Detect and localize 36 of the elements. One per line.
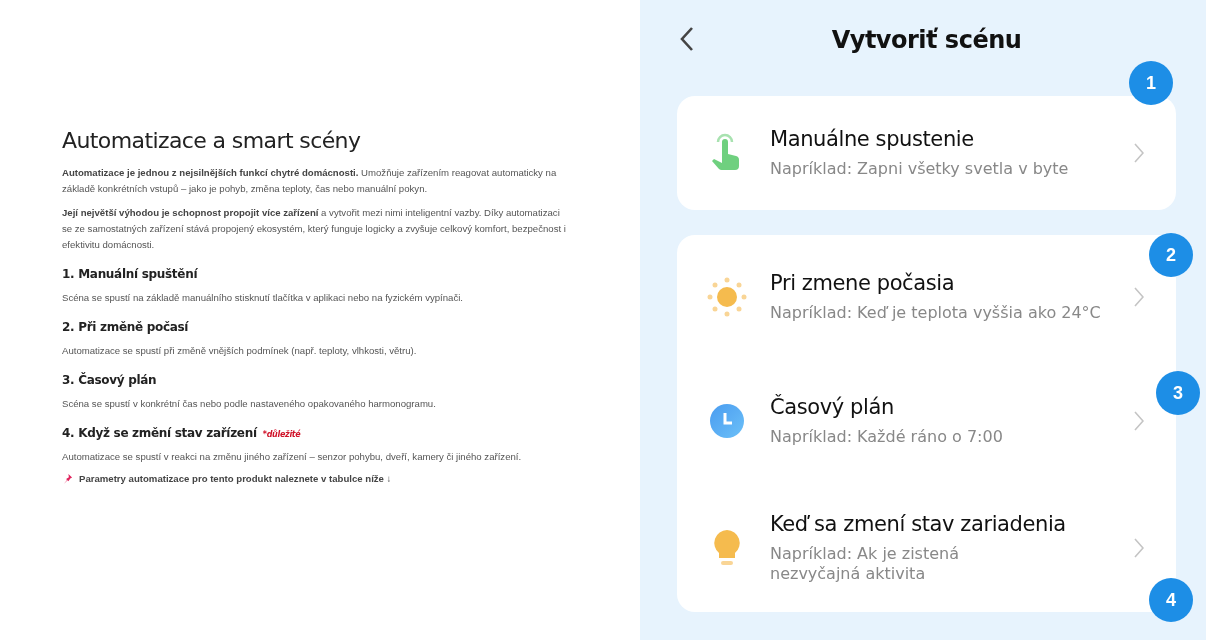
sun-icon [707,277,747,317]
section-text: Scéna se spustí v konkrétní čas nebo podle nastaveného opakovaného harmonogramu. [62,397,437,411]
scene-option[interactable]: Časový plán Napríklad: Každé ráno o 7:00 [677,359,1148,483]
light-bulb-icon [712,527,742,568]
option-title: Manuálne spustenie [770,127,975,151]
section-text: Automatizace se spustí při změně vnějších podmínek (např. teploty, vlhkosti, větru). [62,344,418,358]
number-badge: 1 [1129,61,1173,105]
number-badge: 3 [1156,371,1200,415]
clock-icon [709,403,745,439]
option-example: Napríklad: Každé ráno o 7:00 [770,427,1004,447]
option-title: Časový plán [770,395,895,419]
footer-note: Parametry automatizace pro tento produkt naleznete v tabulce níže ↓ [79,473,392,484]
chevron-right-icon [1134,143,1144,163]
section-heading: 4. Když se změní stav zařízení [62,426,257,440]
section-heading: 3. Časový plán [62,373,157,387]
scene-option[interactable]: Keď sa zmení stav zariadenia Napríklad: Ak je zistená nezvyčajná aktivita [677,483,1148,612]
scene-option[interactable]: Pri zmene počasia Napríklad: Keď je teplota vyššia ako 24°C [677,235,1148,359]
important-note: *důležité [262,430,301,439]
screen-title: Vytvoriť scénu [831,26,1022,54]
option-example: Napríklad: Zapni všetky svetla v byte [770,159,1070,179]
section-text: Scéna se spustí na základě manuálního stisknutí tlačítka v aplikaci nebo na fyzickém vypínači. [62,291,465,305]
section-heading: 1. Manuální spuštění [62,267,198,281]
option-example: Napríklad: Keď je teplota vyššia ako 24°C [770,303,1102,323]
paragraph: Automatizace je jednou z nejsilnějších funkcí chytré domácnosti. Umožňuje zařízením reagovat automaticky na základě konkrétních vstupů – jako je pohyb, změna teploty, čas nebo manuální pokyn. [62,166,558,196]
number-badge: 2 [1149,233,1193,277]
number-badge: 4 [1149,578,1193,622]
section-heading: 2. Při změně počasí [62,320,189,334]
chevron-right-icon [1134,287,1144,307]
option-example: Napríklad: Ak je zistená nezvyčajná aktivita [770,543,960,584]
chevron-right-icon [1134,411,1144,431]
article-title: Automatizace a smart scény [62,128,362,153]
chevron-right-icon [1134,537,1144,558]
option-title: Pri zmene počasia [770,271,956,295]
section-text: Automatizace se spustí v reakci na změnu jiného zařízení – senzor pohybu, dveří, kamery či jiného zařízení. [62,450,523,464]
option-title: Keď sa zmení stav zariadenia [770,511,1067,536]
paragraph: Její největší výhodou je schopnost propojit více zařízení a vytvořit mezi nimi inteligentní vazby. Díky automatizaci se ze samostatných zařízení stává propojený ekosystém, který funguje logicky a zvyšuje celkový komfort, bezpečnost i efektivitu domácnosti. [62,206,567,252]
